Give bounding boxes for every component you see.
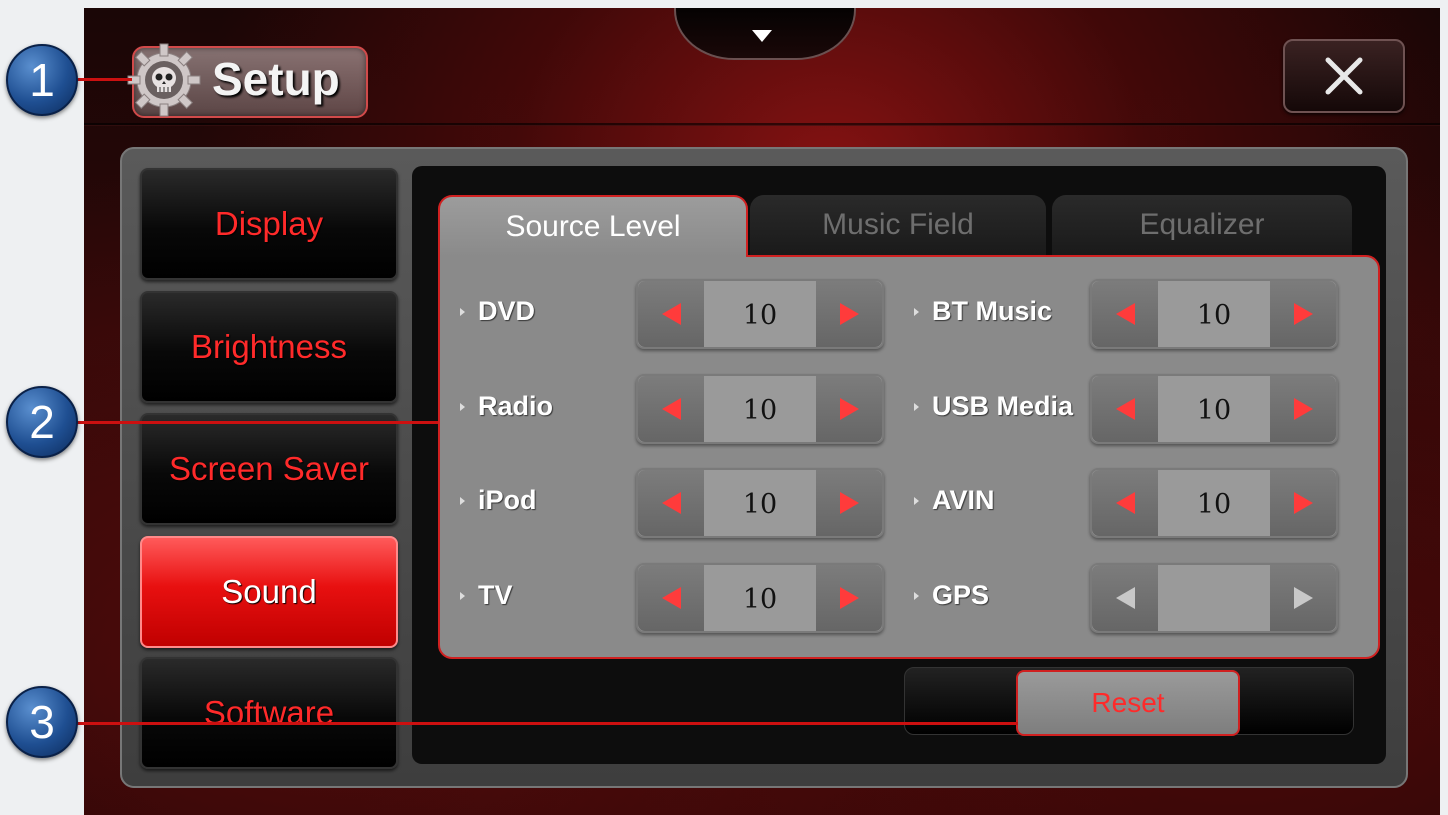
- bullet-icon: [914, 497, 919, 505]
- level-label-tv: TV: [478, 580, 513, 610]
- decrease-button[interactable]: [638, 281, 704, 347]
- decrease-button[interactable]: [1092, 281, 1158, 347]
- arrow-right-icon: [1294, 587, 1313, 609]
- tab-equalizer[interactable]: Equalizer: [1052, 195, 1352, 255]
- arrow-left-icon: [662, 587, 681, 609]
- arrow-right-icon: [1294, 303, 1313, 325]
- callout-number: 1: [29, 54, 55, 106]
- sidebar-item-software[interactable]: Software: [140, 657, 398, 769]
- level-stepper-usb-media[interactable]: 10: [1090, 374, 1338, 444]
- level-value: 10: [742, 395, 778, 426]
- level-stepper-radio[interactable]: 10: [636, 374, 884, 444]
- level-label-gps: GPS: [932, 580, 990, 610]
- bullet-icon: [460, 497, 465, 505]
- increase-button[interactable]: [816, 470, 882, 536]
- sidebar-item-label: Screen Saver: [169, 450, 369, 487]
- tab-music-field[interactable]: Music Field: [750, 195, 1046, 255]
- bullet-icon: [460, 403, 465, 411]
- decrease-button[interactable]: [638, 376, 704, 442]
- close-button[interactable]: [1283, 39, 1405, 113]
- increase-button[interactable]: [1270, 376, 1336, 442]
- arrow-right-icon: [840, 492, 859, 514]
- decrease-button[interactable]: [638, 565, 704, 631]
- arrow-left-icon: [1116, 492, 1135, 514]
- level-label-avin: AVIN: [932, 485, 995, 515]
- bullet-icon: [914, 308, 919, 316]
- arrow-right-icon: [840, 398, 859, 420]
- level-stepper-bt-music[interactable]: 10: [1090, 279, 1338, 349]
- level-label-radio: Radio: [478, 391, 554, 421]
- bullet-icon: [460, 592, 465, 600]
- decrease-button[interactable]: [638, 470, 704, 536]
- tab-label: Music Field: [822, 208, 974, 241]
- increase-button[interactable]: [816, 281, 882, 347]
- increase-button[interactable]: [1270, 281, 1336, 347]
- sidebar-item-label: Brightness: [191, 328, 347, 365]
- arrow-left-icon: [1116, 398, 1135, 420]
- arrow-left-icon: [1116, 587, 1135, 609]
- increase-button[interactable]: [816, 565, 882, 631]
- sidebar-item-brightness[interactable]: Brightness: [140, 291, 398, 403]
- arrow-right-icon: [1294, 492, 1313, 514]
- arrow-left-icon: [662, 398, 681, 420]
- level-value: 10: [742, 300, 778, 331]
- reset-label: Reset: [1091, 687, 1165, 718]
- bullet-icon: [914, 592, 919, 600]
- tab-label: Equalizer: [1139, 208, 1265, 241]
- sidebar-item-label: Software: [203, 694, 335, 731]
- stage: Setup Display Brightness Screen Saver So…: [0, 0, 1448, 815]
- level-stepper-dvd[interactable]: 10: [636, 279, 884, 349]
- pull-down-arrow-icon[interactable]: [752, 30, 772, 42]
- level-value: 10: [1196, 489, 1232, 520]
- callout-badge-2: 2: [6, 386, 78, 458]
- level-label-dvd: DVD: [478, 296, 536, 326]
- page-title: Setup: [212, 53, 340, 105]
- callout-badge-1: 1: [6, 44, 78, 116]
- reset-button[interactable]: Reset: [1016, 670, 1240, 736]
- level-value: [1158, 565, 1270, 631]
- level-label-ipod: iPod: [478, 485, 537, 515]
- callout-badge-3: 3: [6, 686, 78, 758]
- arrow-right-icon: [1294, 398, 1313, 420]
- arrow-left-icon: [1116, 303, 1135, 325]
- arrow-right-icon: [840, 587, 859, 609]
- arrow-right-icon: [840, 303, 859, 325]
- level-value: 10: [742, 489, 778, 520]
- decrease-button[interactable]: [1092, 470, 1158, 536]
- close-icon: [1325, 57, 1363, 95]
- callout-line-2: [72, 421, 438, 424]
- tab-source-level[interactable]: Source Level: [438, 195, 748, 257]
- increase-button[interactable]: [1270, 565, 1336, 631]
- level-stepper-ipod[interactable]: 10: [636, 468, 884, 538]
- decrease-button[interactable]: [1092, 376, 1158, 442]
- sidebar-item-sound[interactable]: Sound: [140, 536, 398, 648]
- callout-number: 2: [29, 396, 55, 448]
- callout-line-3: [72, 722, 1018, 725]
- bullet-icon: [460, 308, 465, 316]
- tab-label: Source Level: [505, 210, 681, 243]
- sidebar-item-display[interactable]: Display: [140, 168, 398, 280]
- level-stepper-gps[interactable]: [1090, 563, 1338, 633]
- level-value: 10: [742, 584, 778, 615]
- decrease-button[interactable]: [1092, 565, 1158, 631]
- bullet-icon: [914, 403, 919, 411]
- level-label-usb-media: USB Media: [932, 391, 1074, 421]
- level-stepper-tv[interactable]: 10: [636, 563, 884, 633]
- sidebar-item-screen-saver[interactable]: Screen Saver: [140, 413, 398, 525]
- header-divider: [84, 123, 1440, 126]
- increase-button[interactable]: [1270, 470, 1336, 536]
- level-stepper-avin[interactable]: 10: [1090, 468, 1338, 538]
- arrow-left-icon: [662, 492, 681, 514]
- sidebar-item-label: Display: [214, 205, 324, 242]
- sidebar-item-label: Sound: [221, 573, 317, 610]
- arrow-left-icon: [662, 303, 681, 325]
- gear-skull-icon: [124, 40, 204, 120]
- increase-button[interactable]: [816, 376, 882, 442]
- level-value: 10: [1196, 395, 1232, 426]
- callout-number: 3: [29, 696, 55, 748]
- level-value: 10: [1196, 300, 1232, 331]
- callout-line-1: [72, 78, 132, 81]
- level-label-bt-music: BT Music: [932, 296, 1053, 326]
